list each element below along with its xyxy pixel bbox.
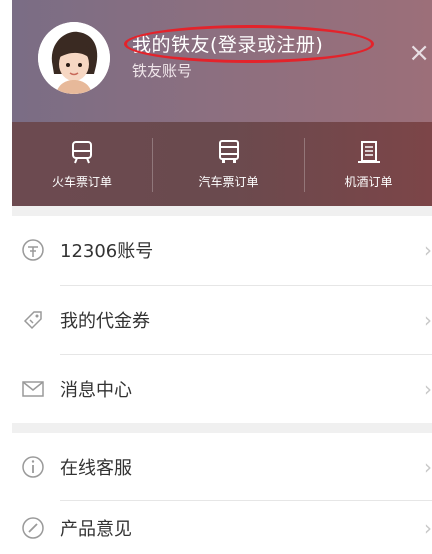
chevron-right-icon: ›	[424, 455, 432, 479]
chevron-right-icon: ›	[424, 308, 432, 332]
railway-logo-icon	[22, 239, 44, 261]
section-gap	[12, 206, 432, 216]
menu-item-feedback[interactable]: 产品意见 ›	[12, 501, 432, 554]
order-shortcuts: 火车票订单 汽车票订单 机酒订单	[12, 122, 432, 206]
hotel-icon	[357, 140, 380, 163]
menu-item-label: 我的代金券	[60, 311, 150, 332]
menu-item-12306-account[interactable]: 12306账号 ›	[12, 216, 432, 284]
menu-item-vouchers[interactable]: 我的代金券 ›	[12, 286, 432, 354]
close-icon[interactable]: ×	[408, 40, 430, 66]
chevron-right-icon: ›	[424, 238, 432, 262]
bus-icon	[218, 139, 239, 163]
chevron-right-icon: ›	[424, 515, 432, 540]
menu-item-online-support[interactable]: 在线客服 ›	[12, 433, 432, 501]
hotel-order-button[interactable]: 机酒订单	[305, 122, 432, 206]
menu-item-label: 12306账号	[60, 241, 154, 262]
menu-item-messages[interactable]: 消息中心 ›	[12, 355, 432, 423]
account-label: 铁友账号	[132, 62, 193, 80]
avatar[interactable]	[38, 22, 110, 94]
feedback-icon	[22, 516, 44, 539]
chevron-right-icon: ›	[424, 377, 432, 401]
section-gap	[12, 423, 432, 433]
menu-item-label: 消息中心	[60, 380, 132, 401]
menu-item-label: 产品意见	[60, 518, 132, 540]
profile-header: 我的铁友(登录或注册) 铁友账号 ×	[12, 0, 432, 122]
avatar-icon	[38, 22, 110, 94]
train-order-button[interactable]: 火车票订单	[12, 122, 152, 206]
bus-order-button[interactable]: 汽车票订单	[153, 122, 304, 206]
info-icon	[22, 456, 44, 478]
mail-icon	[22, 381, 44, 397]
train-icon	[72, 140, 92, 163]
bus-order-label: 汽车票订单	[198, 174, 259, 189]
voucher-icon	[23, 311, 42, 330]
train-order-label: 火车票订单	[51, 174, 112, 189]
menu-item-label: 在线客服	[60, 458, 132, 479]
highlight-annotation	[124, 25, 374, 63]
hotel-order-label: 机酒订单	[344, 174, 393, 189]
